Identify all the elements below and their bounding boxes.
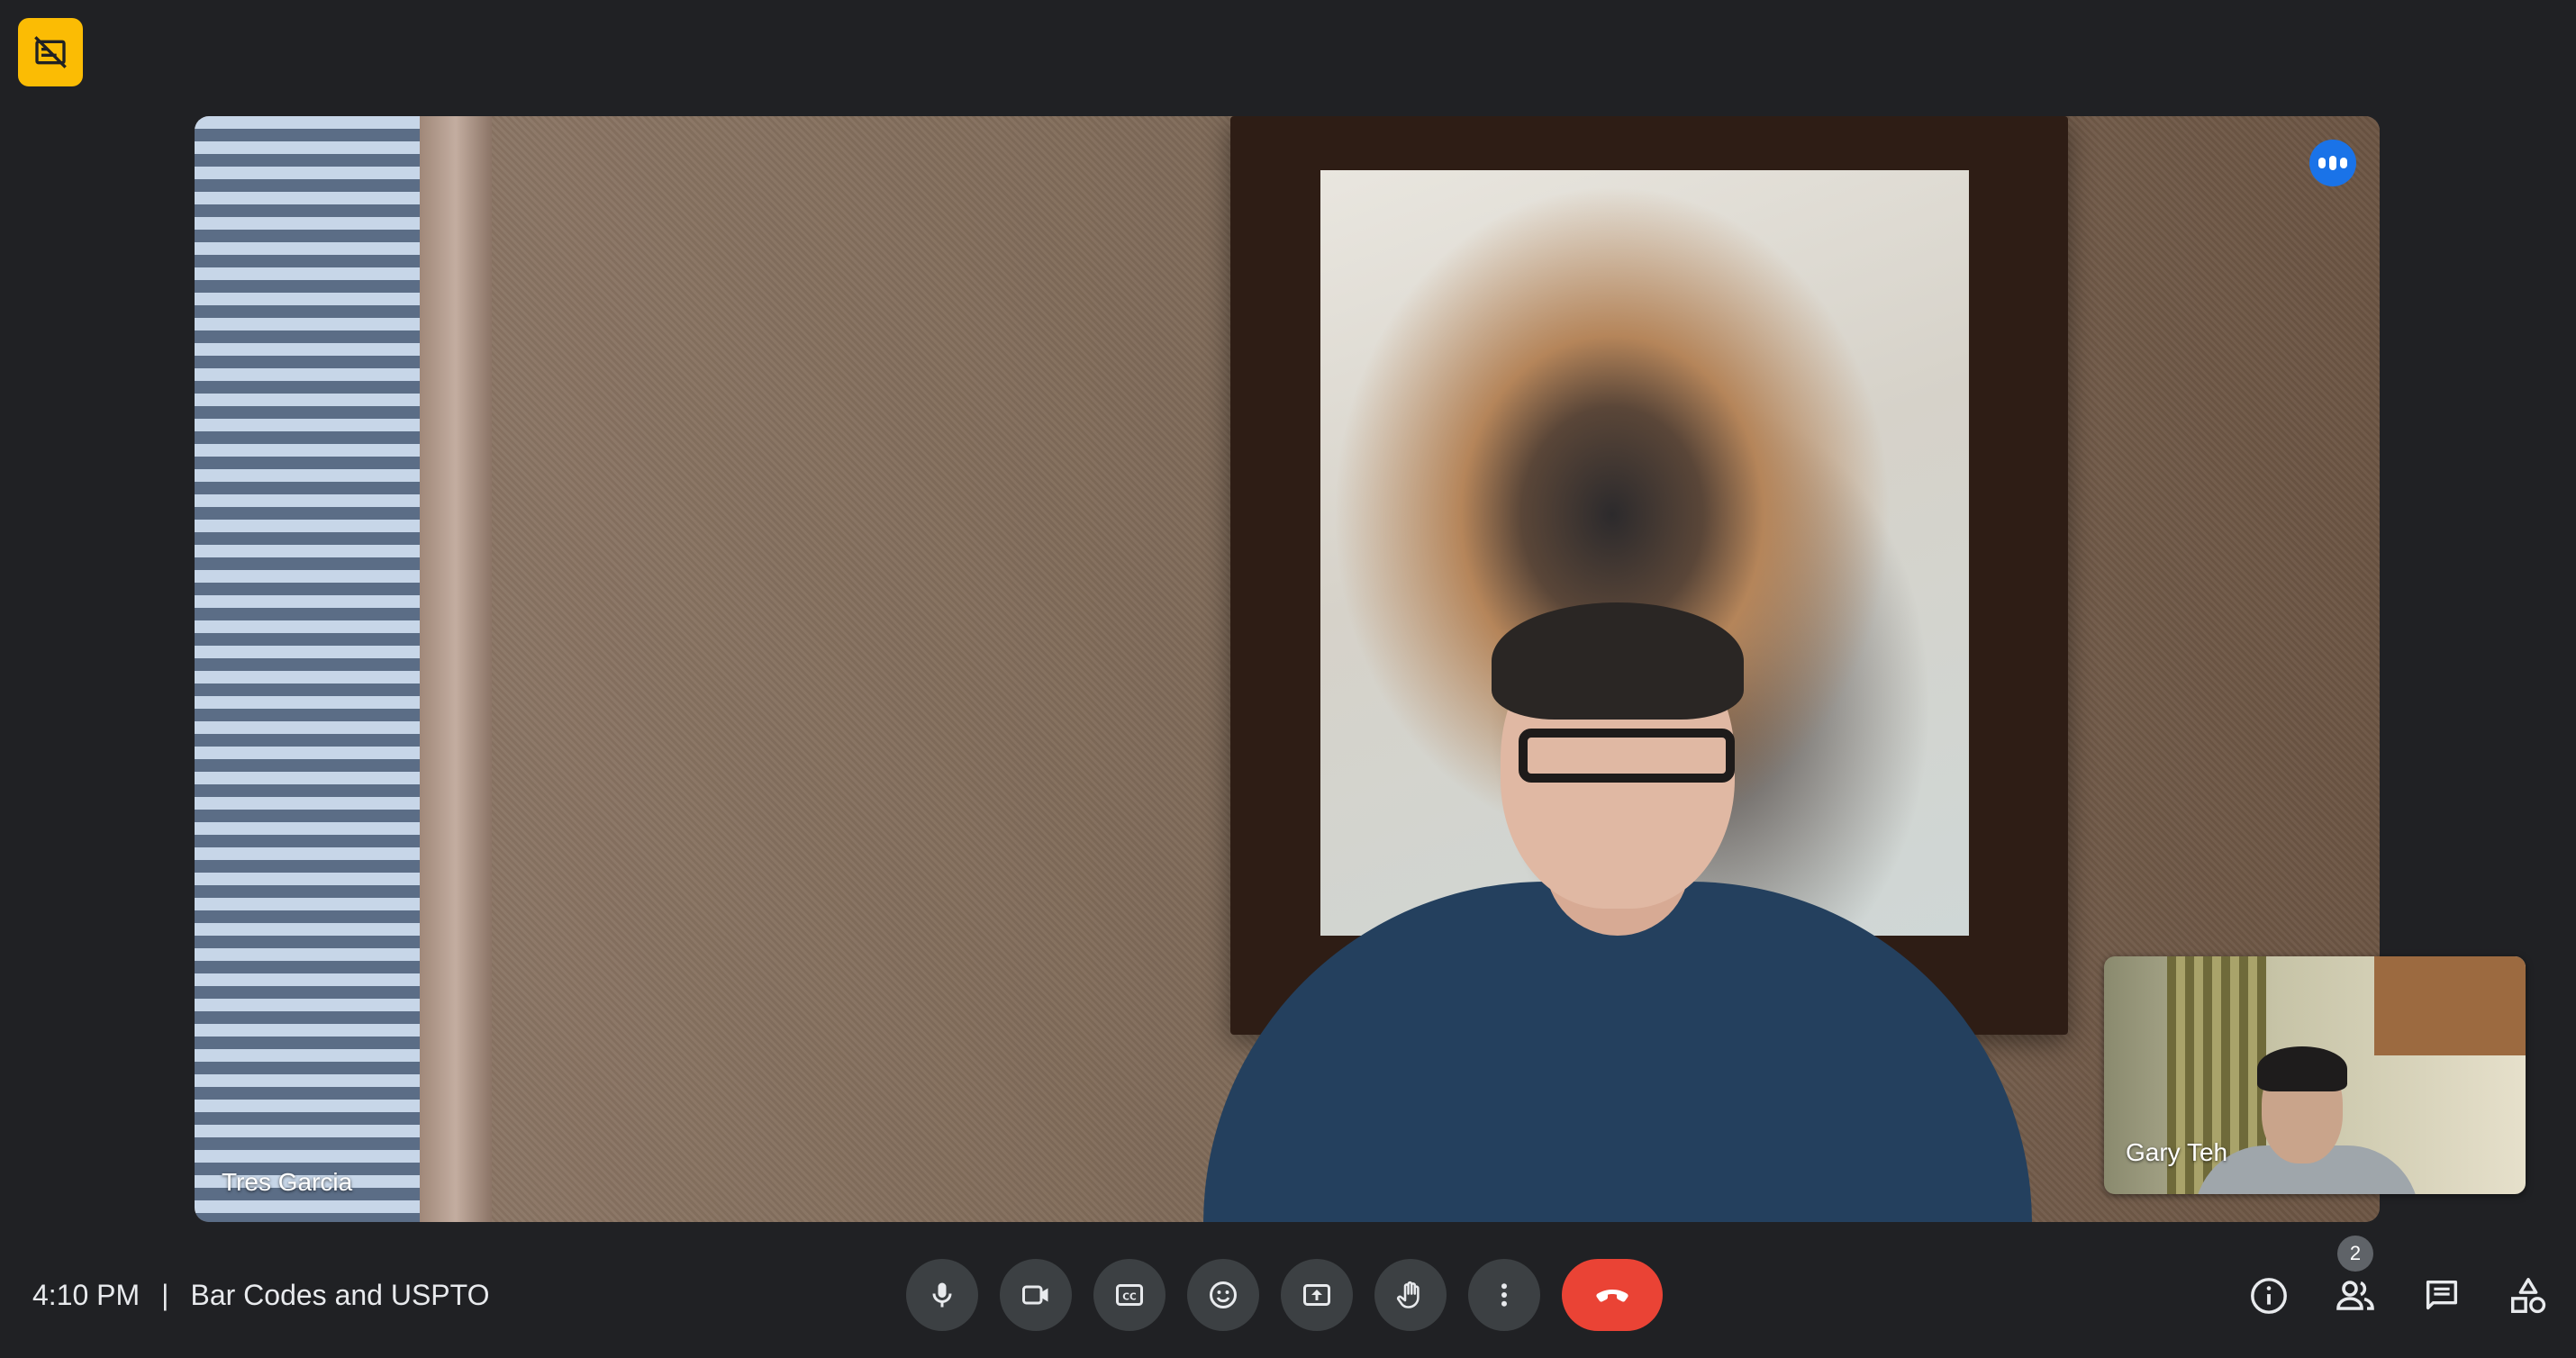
info-icon — [2251, 1278, 2287, 1314]
chat-icon — [2426, 1280, 2458, 1310]
speaker-glasses — [1519, 729, 1735, 783]
speaker-video — [1203, 548, 2032, 1222]
meeting-info: 4:10 PM | Bar Codes and USPTO — [32, 1279, 490, 1312]
meeting-time: 4:10 PM — [32, 1279, 141, 1311]
audio-indicator-icon — [2309, 140, 2356, 186]
present-screen-icon — [1303, 1284, 1330, 1306]
activities-icon — [2511, 1278, 2546, 1314]
camera-button[interactable] — [1000, 1259, 1072, 1331]
raise-hand-icon — [1397, 1281, 1420, 1308]
closed-captions-icon: CC — [1116, 1284, 1143, 1306]
self-cabinet — [2374, 956, 2526, 1055]
meeting-title: Bar Codes and USPTO — [190, 1279, 490, 1311]
participant-count-badge: 2 — [2337, 1236, 2373, 1272]
captions-off-badge[interactable] — [18, 18, 83, 86]
self-view-name: Gary Teh — [2126, 1138, 2228, 1166]
people-icon — [2336, 1281, 2374, 1310]
main-speaker-tile[interactable]: Tres Garcia — [195, 116, 2380, 1222]
camera-icon — [1022, 1285, 1048, 1305]
end-call-button[interactable] — [1562, 1259, 1663, 1331]
chat-button[interactable] — [2416, 1270, 2468, 1322]
more-options-icon — [1501, 1283, 1507, 1307]
present-button[interactable] — [1281, 1259, 1353, 1331]
window-frame — [420, 116, 492, 1222]
end-call-icon — [1596, 1290, 1628, 1302]
bottom-control-bar: 4:10 PM | Bar Codes and USPTO CC 2 — [0, 1234, 2576, 1358]
speaker-hair — [1492, 602, 1744, 720]
window-blinds — [195, 116, 420, 1222]
call-controls: CC — [906, 1259, 1663, 1331]
meeting-details-button[interactable] — [2243, 1270, 2295, 1322]
activities-button[interactable] — [2502, 1270, 2554, 1322]
svg-text:CC: CC — [1122, 1291, 1137, 1302]
self-view-tile[interactable]: Gary Teh — [2104, 956, 2526, 1194]
meet-window: Tres Garcia Gary Teh 4:10 PM | Bar Codes… — [0, 0, 2576, 1358]
side-actions: 2 — [2243, 1236, 2554, 1336]
reactions-button[interactable] — [1187, 1259, 1259, 1331]
more-options-button[interactable] — [1468, 1259, 1540, 1331]
emoji-icon — [1210, 1281, 1237, 1308]
raise-hand-button[interactable] — [1374, 1259, 1447, 1331]
captions-button[interactable]: CC — [1093, 1259, 1166, 1331]
meeting-separator: | — [161, 1279, 169, 1311]
self-hair — [2257, 1046, 2347, 1091]
main-speaker-name: Tres Garcia — [222, 1168, 353, 1196]
microphone-button[interactable] — [906, 1259, 978, 1331]
mic-icon — [932, 1282, 952, 1308]
people-button[interactable]: 2 — [2329, 1236, 2381, 1322]
captions-off-icon — [34, 36, 67, 68]
